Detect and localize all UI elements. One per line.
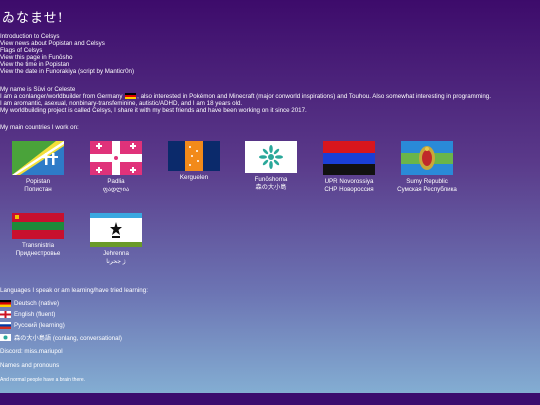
language-german: Deutsch (native) (0, 300, 59, 307)
footer-note: And normal people have a brain there. (0, 377, 86, 383)
country-name: Popistan (25, 178, 51, 185)
intro-identity: I am aromantic, asexual, nonbinary-trans… (0, 100, 243, 108)
names-pronouns-link[interactable]: Names and pronouns (0, 362, 59, 369)
page: ゐなませ! Introduction to Celsys View news a… (0, 0, 540, 405)
discord-handle: Discord: miss.mariupol (0, 348, 63, 355)
popistan-flag-icon (12, 141, 64, 175)
country-name: Funōshoma (254, 176, 288, 183)
intro-text: My name is Süvi or Celeste I am a conlan… (0, 86, 491, 114)
country-name: Padlia (107, 178, 125, 185)
country-transnistria[interactable]: Transnistria Приднестровье (0, 213, 77, 258)
country-native-name: Приднестровье (15, 250, 61, 257)
link-popistan-time[interactable]: View the time in Popistan (0, 61, 134, 68)
country-padlia[interactable]: Padlia ფადლია (77, 141, 155, 194)
england-flag-icon (0, 311, 11, 318)
intro-name: My name is Süvi or Celeste (0, 86, 76, 93)
link-flags[interactable]: Flags of Celsys (0, 47, 134, 54)
languages-heading: Languages I speak or am learning/have tr… (0, 287, 148, 294)
country-funoshoma[interactable]: Funōshoma 森の大小島 (232, 141, 310, 192)
country-jehrenna[interactable]: Jehrenna ژ جحرنا (77, 213, 155, 266)
novorossiya-flag-icon (323, 141, 375, 175)
padlia-flag-icon (90, 141, 142, 175)
language-russian: Русский (learning) (0, 322, 65, 329)
nav-links: Introduction to Celsys View news about P… (0, 33, 134, 76)
country-sumy[interactable]: Sumy Republic Сумская Республика (388, 141, 466, 194)
transnistria-flag-icon (12, 213, 64, 239)
intro-origin: I am a conlanger/worldbuilder from Germa… (0, 93, 491, 101)
country-native-name: 森の大小島 (255, 184, 287, 191)
country-kerguelen[interactable]: Kerguelen (155, 141, 233, 182)
link-funorakiya-date[interactable]: View the date in Funorakiya (script by M… (0, 68, 134, 75)
country-name: Jehrenna (103, 250, 129, 257)
funoshoma-flag-icon (0, 334, 11, 341)
link-introduction[interactable]: Introduction to Celsys (0, 33, 134, 40)
country-name: Kerguelen (179, 174, 209, 181)
countries-heading: My main countries I work on: (0, 124, 79, 131)
country-native-name: Сумская Республика (397, 186, 457, 193)
country-name: Transnistria (21, 242, 55, 249)
link-news[interactable]: View news about Popistan and Celsys (0, 40, 134, 47)
funoshoma-flag-icon (245, 141, 297, 173)
country-name: Sumy Republic (406, 178, 448, 185)
bottom-bar (0, 393, 540, 405)
country-novorossiya[interactable]: UPR Novorossiya СНР Новороссия (310, 141, 388, 194)
country-native-name: Попистан (24, 186, 52, 193)
link-funosho-page[interactable]: View this page in Funōsho (0, 54, 134, 61)
country-native-name: СНР Новороссия (324, 186, 374, 193)
country-name: UPR Novorossiya (324, 178, 374, 185)
country-popistan[interactable]: Popistan Попистан (0, 141, 77, 194)
jehrenna-flag-icon (90, 213, 142, 247)
sumy-flag-icon (401, 141, 453, 175)
kerguelen-flag-icon (168, 141, 220, 171)
page-title: ゐなませ! (2, 11, 64, 26)
germany-flag-icon (0, 300, 11, 307)
country-native-name: ფადლია (102, 186, 130, 193)
germany-flag-icon (125, 93, 137, 100)
language-funoshoma: 森の大小島語 (conlang, conversational) (0, 333, 122, 342)
country-native-name: ژ جحرنا (106, 258, 126, 265)
intro-project: My worldbuilding project is called Celsy… (0, 107, 307, 115)
language-english: English (fluent) (0, 311, 55, 318)
russia-flag-icon (0, 322, 11, 329)
